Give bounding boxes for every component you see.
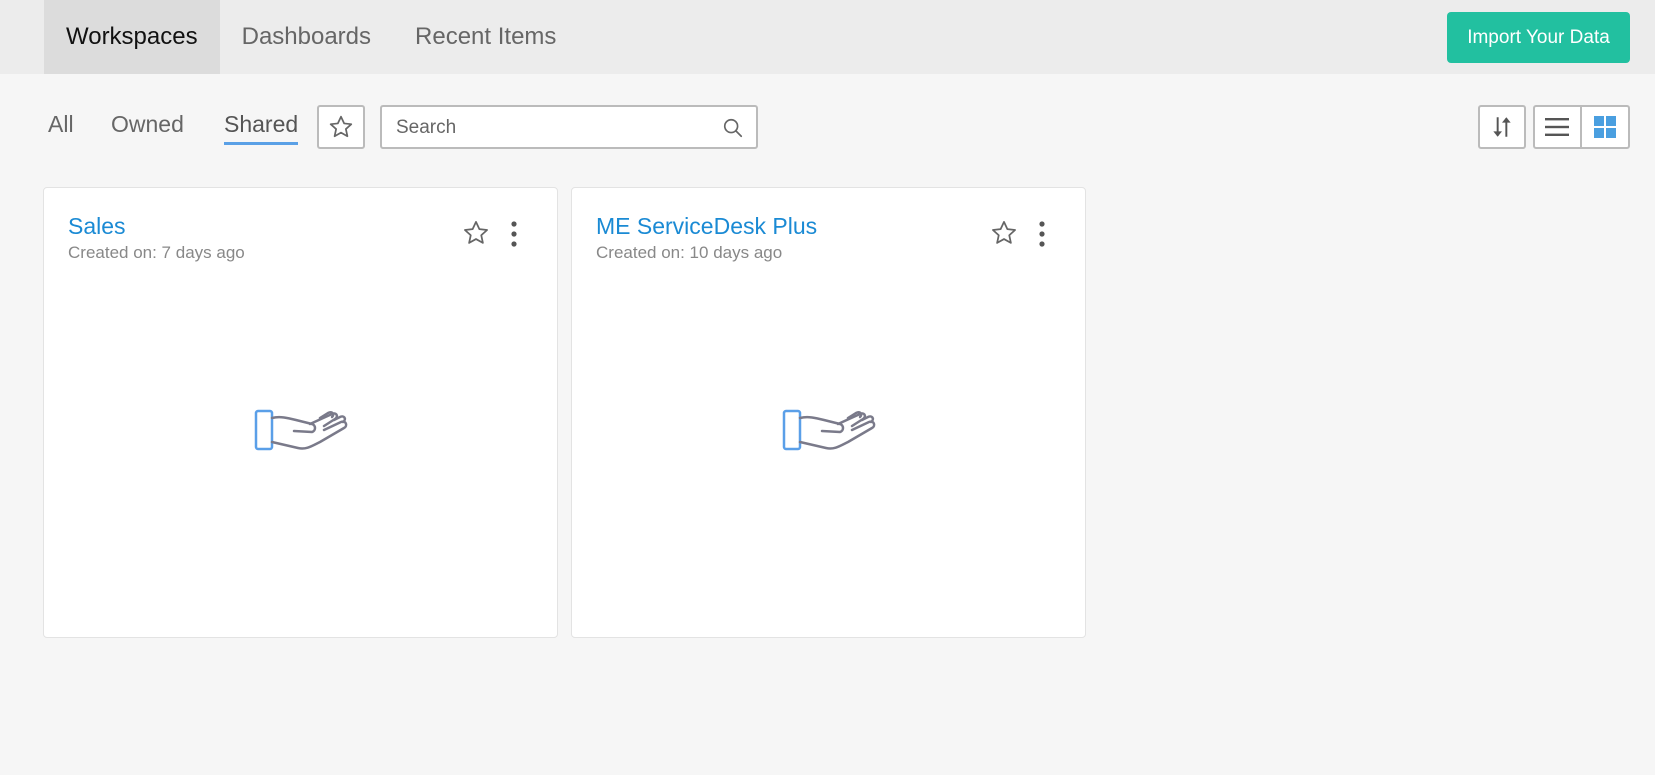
more-options-icon[interactable] — [508, 220, 520, 248]
filter-toolbar: All Owned Shared — [0, 105, 1655, 150]
list-icon — [1545, 118, 1570, 136]
star-icon[interactable] — [462, 219, 490, 247]
star-icon[interactable] — [990, 219, 1018, 247]
workspace-created-date: Created on: 10 days ago — [596, 243, 783, 262]
view-mode-toggle — [1533, 105, 1630, 149]
shared-hand-icon — [254, 409, 348, 451]
workspace-created-date: Created on: 7 days ago — [68, 243, 245, 262]
import-data-button[interactable]: Import Your Data — [1447, 12, 1630, 63]
star-icon — [329, 115, 353, 138]
sort-button[interactable] — [1478, 105, 1526, 149]
filter-shared[interactable]: Shared — [224, 111, 299, 145]
list-view-button[interactable] — [1535, 107, 1582, 147]
grid-icon — [1593, 116, 1616, 138]
workspace-title[interactable]: Sales — [68, 213, 126, 240]
workspace-card[interactable]: ME ServiceDesk Plus Created on: 10 days … — [571, 187, 1086, 638]
filter-all[interactable]: All — [48, 111, 74, 142]
nav-tabs: Workspaces Dashboards Recent Items — [44, 0, 578, 74]
shared-hand-icon — [782, 409, 876, 451]
top-navigation-bar: Workspaces Dashboards Recent Items Impor… — [0, 0, 1655, 74]
favorites-filter-button[interactable] — [317, 105, 365, 149]
grid-view-button[interactable] — [1582, 107, 1628, 147]
search-input[interactable] — [396, 115, 706, 141]
filter-owned[interactable]: Owned — [111, 111, 184, 142]
workspace-card[interactable]: Sales Created on: 7 days ago — [43, 187, 558, 638]
search-box — [380, 105, 758, 149]
more-options-icon[interactable] — [1036, 220, 1048, 248]
search-icon[interactable] — [722, 117, 744, 139]
sort-icon — [1493, 117, 1511, 137]
workspace-title[interactable]: ME ServiceDesk Plus — [596, 213, 817, 240]
tab-recent-items[interactable]: Recent Items — [393, 0, 578, 74]
tab-dashboards[interactable]: Dashboards — [220, 0, 393, 74]
tab-workspaces[interactable]: Workspaces — [44, 0, 220, 74]
